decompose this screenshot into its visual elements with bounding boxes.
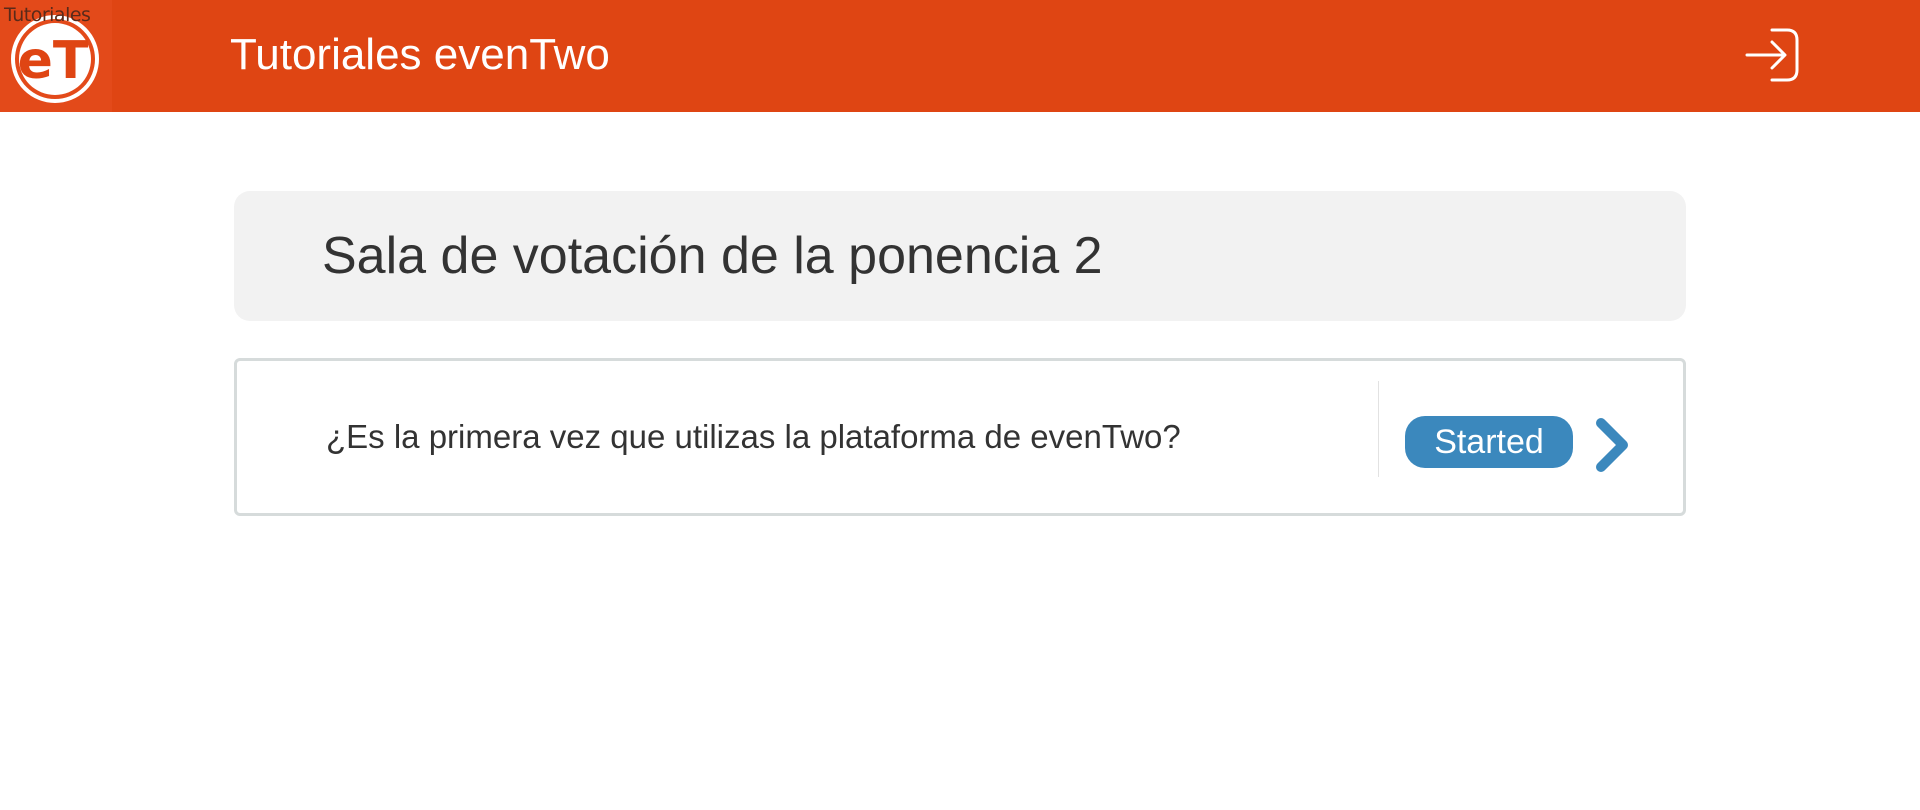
chevron-right-button[interactable] xyxy=(1593,417,1633,473)
started-button[interactable]: Started xyxy=(1405,416,1573,468)
logo-caption: Tutoriales xyxy=(4,4,91,26)
logout-button[interactable] xyxy=(1742,25,1802,85)
logout-arrow-icon xyxy=(1745,28,1799,82)
app-header: Tutoriales eT Tutoriales evenTwo xyxy=(0,0,1920,112)
logo-text: eT xyxy=(18,31,89,91)
logo-emblem-icon: eT xyxy=(11,15,99,103)
first-time-card[interactable]: ¿Es la primera vez que utilizas la plata… xyxy=(234,358,1686,516)
app-title: Tutoriales evenTwo xyxy=(230,30,610,79)
page-title-card: Sala de votación de la ponencia 2 xyxy=(234,191,1686,321)
first-time-question: ¿Es la primera vez que utilizas la plata… xyxy=(326,418,1181,455)
page-title: Sala de votación de la ponencia 2 xyxy=(322,227,1103,285)
app-logo[interactable]: Tutoriales eT xyxy=(0,0,112,112)
chevron-right-icon xyxy=(1596,418,1628,472)
card-divider xyxy=(1378,381,1379,477)
